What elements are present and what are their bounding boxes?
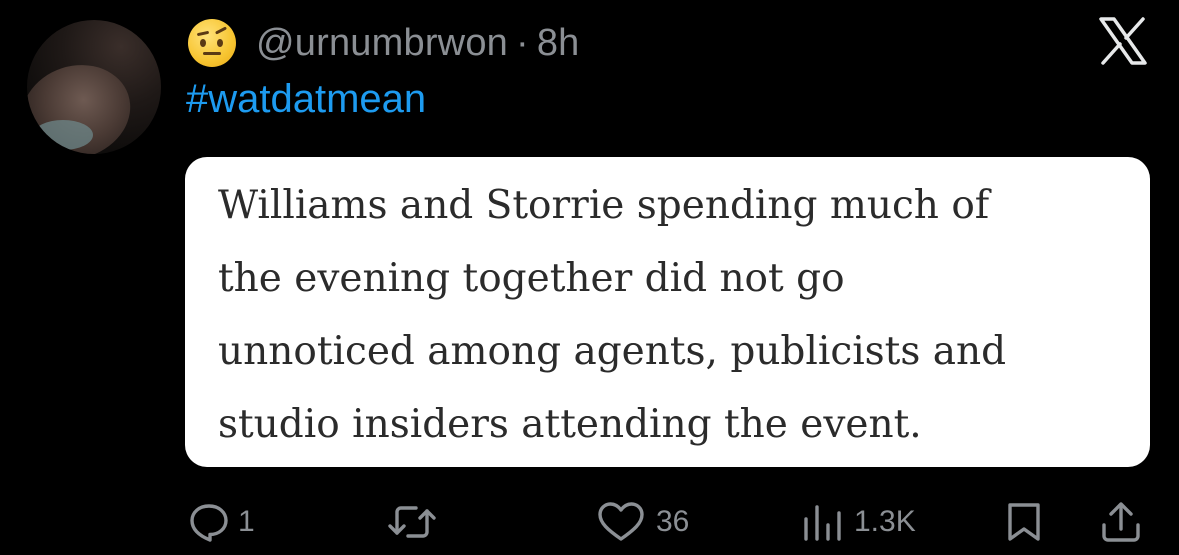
like-count: 36 <box>656 505 690 538</box>
like-button[interactable]: 36 <box>596 497 689 547</box>
avatar[interactable] <box>27 20 161 154</box>
bookmark-icon <box>1008 503 1040 541</box>
raised-eyebrow-emoji-icon <box>188 19 236 67</box>
view-count: 1.3K <box>854 505 916 538</box>
share-button[interactable] <box>1098 497 1144 547</box>
repost-icon <box>388 506 436 538</box>
quote-text: Williams and Storrie spending much of th… <box>218 169 1118 461</box>
reply-count: 1 <box>238 505 255 538</box>
action-bar: 1 36 1.3K <box>0 497 1179 547</box>
share-icon <box>1102 502 1140 542</box>
reply-button[interactable]: 1 <box>186 497 255 547</box>
quote-line: unnoticed among agents, publicists and <box>218 329 1007 374</box>
reply-icon <box>190 504 228 542</box>
quote-line: the evening together did not go <box>218 256 845 301</box>
bookmark-button[interactable] <box>1002 497 1046 547</box>
quote-line: Williams and Storrie spending much of <box>218 183 990 228</box>
views-button[interactable]: 1.3K <box>800 497 916 547</box>
bar-chart-icon <box>804 505 841 541</box>
author-meta: @urnumbrwon · 8h <box>256 22 580 65</box>
heart-icon <box>598 502 644 541</box>
quote-image-card[interactable]: Williams and Storrie spending much of th… <box>185 157 1150 467</box>
repost-button[interactable] <box>386 497 438 547</box>
tweet-header: @urnumbrwon · 8h <box>188 18 580 68</box>
avatar-photo-shape <box>33 120 93 150</box>
x-logo-icon[interactable] <box>1097 15 1149 67</box>
post-time[interactable]: 8h <box>537 22 580 64</box>
hashtag-link[interactable]: #watdatmean <box>186 77 426 122</box>
meta-separator: · <box>515 21 529 64</box>
quote-line: studio insiders attending the event. <box>218 402 922 447</box>
author-handle[interactable]: @urnumbrwon <box>256 22 508 64</box>
